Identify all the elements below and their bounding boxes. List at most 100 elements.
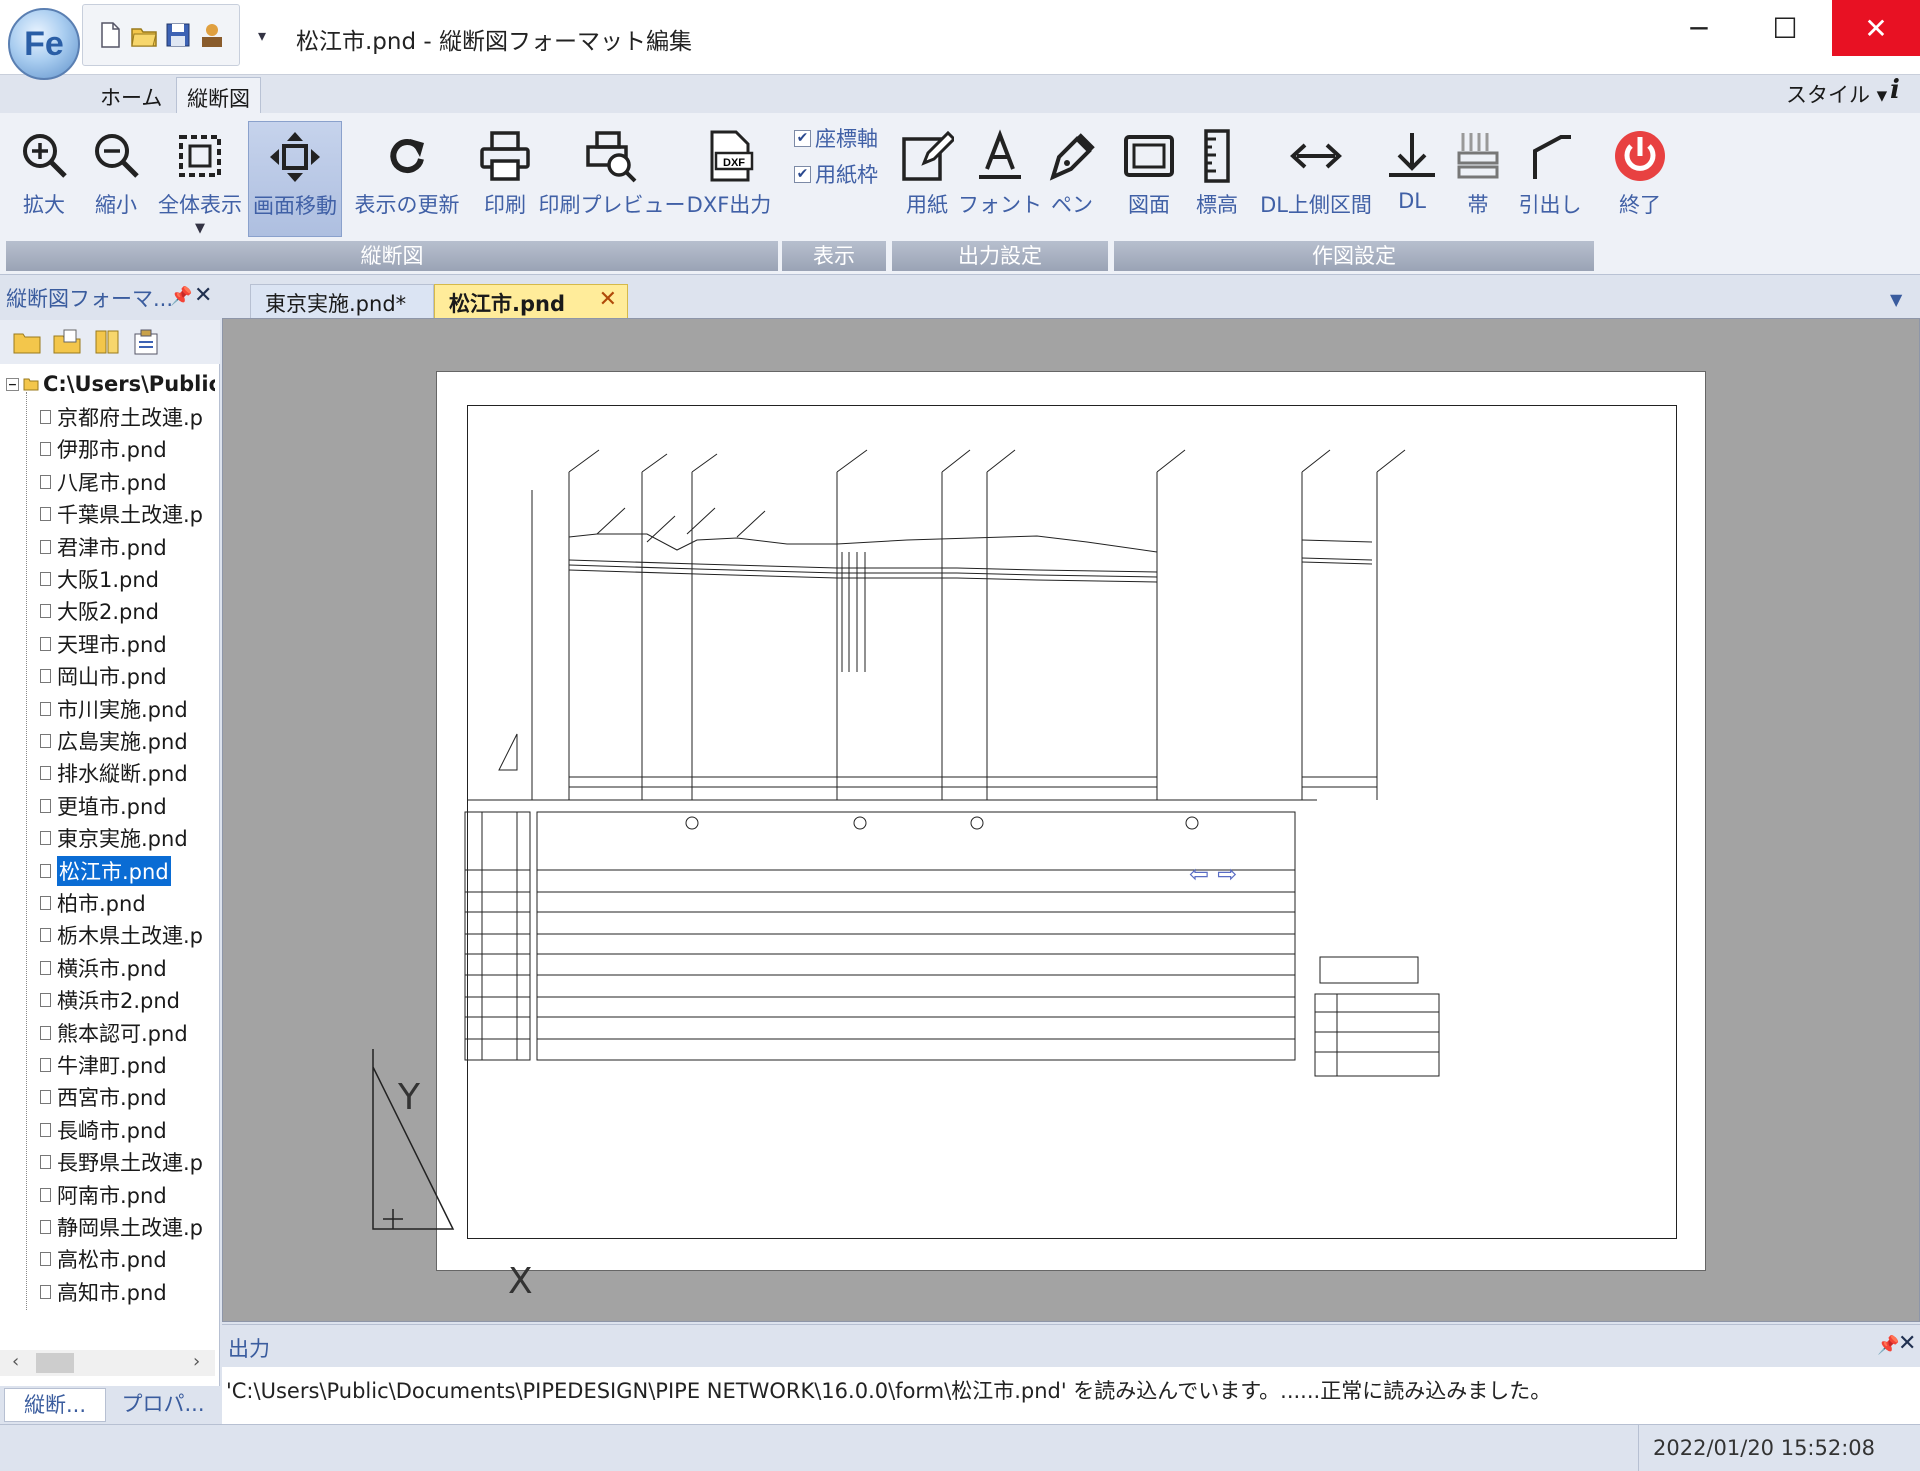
- font-button[interactable]: フォント: [958, 121, 1042, 237]
- maximize-button[interactable]: ☐: [1742, 0, 1828, 56]
- tree-file-item[interactable]: 天理市.pnd: [40, 629, 167, 659]
- dxf-export-button[interactable]: DXF DXF出力: [686, 121, 772, 237]
- band-button[interactable]: 帯: [1448, 121, 1508, 237]
- elevation-button[interactable]: 標高: [1186, 121, 1248, 237]
- info-icon[interactable]: i: [1890, 75, 1900, 105]
- zoom-out-button[interactable]: 縮小: [82, 121, 150, 237]
- output-panel: 出力 📌 ✕ 'C:\Users\Public\Documents\PIPEDE…: [222, 1324, 1920, 1424]
- print-button[interactable]: 印刷: [472, 121, 538, 237]
- tree-root-folder[interactable]: − C:\Users\Public\: [6, 372, 215, 396]
- horizontal-scrollbar[interactable]: ‹ ›: [0, 1350, 215, 1376]
- collapse-icon[interactable]: −: [6, 377, 19, 391]
- font-icon: [979, 129, 1021, 179]
- tree-file-item[interactable]: 高松市.pnd: [40, 1244, 167, 1274]
- doc-list-dropdown-icon[interactable]: ▼: [1890, 290, 1902, 309]
- tab-profile-panel[interactable]: 縦断...: [4, 1388, 106, 1422]
- tab-properties-panel[interactable]: プロパ...: [110, 1388, 216, 1422]
- pin-icon[interactable]: 📌: [170, 286, 192, 307]
- save-icon[interactable]: [163, 20, 193, 50]
- fit-all-dropdown-icon[interactable]: ▼: [195, 221, 205, 236]
- tree-file-item[interactable]: 西宮市.pnd: [40, 1082, 167, 1112]
- tree-file-item[interactable]: 広島実施.pnd: [40, 726, 188, 756]
- group-drawing-settings: 図面 標高 DL上側区間 DL 帯 引出し 作図設定: [1114, 117, 1594, 271]
- refresh-button[interactable]: 表示の更新: [350, 121, 464, 237]
- pen-button[interactable]: ペン: [1040, 121, 1104, 237]
- band-label: 帯: [1467, 193, 1489, 217]
- tree-file-label: 西宮市.pnd: [57, 1086, 167, 1111]
- fit-all-icon: [179, 135, 221, 177]
- settings-user-icon[interactable]: [197, 20, 227, 50]
- properties-icon[interactable]: [132, 328, 162, 356]
- tree-file-item[interactable]: 長崎市.pnd: [40, 1115, 167, 1145]
- tree-file-item[interactable]: 大阪2.pnd: [40, 596, 159, 626]
- minimize-button[interactable]: ─: [1656, 0, 1742, 56]
- exit-button[interactable]: 終了: [1600, 121, 1680, 237]
- document-icon: [40, 1122, 51, 1137]
- close-button[interactable]: ✕: [1832, 0, 1920, 56]
- document-icon: [40, 1220, 51, 1234]
- tree-file-item[interactable]: 伊那市.pnd: [40, 434, 167, 464]
- scroll-thumb[interactable]: [36, 1353, 74, 1373]
- tree-file-item[interactable]: 大阪1.pnd: [40, 564, 159, 594]
- tree-file-item[interactable]: 排水縦断.pnd: [40, 758, 188, 788]
- panel-close-icon[interactable]: ✕: [194, 283, 212, 308]
- open-folder-icon[interactable]: [129, 20, 159, 50]
- dl-upper-section-button[interactable]: DL上側区間: [1254, 121, 1378, 237]
- output-pin-icon[interactable]: 📌: [1877, 1335, 1899, 1356]
- scroll-left-icon[interactable]: ‹: [12, 1351, 19, 1372]
- coord-axis-checkbox[interactable]: ✔ 座標軸: [794, 123, 878, 153]
- new-file-icon[interactable]: [95, 20, 125, 50]
- tree-file-item[interactable]: 岡山市.pnd: [40, 661, 167, 691]
- tree-file-item[interactable]: 阿南市.pnd: [40, 1180, 167, 1210]
- doc-tab-tokyo[interactable]: 東京実施.pnd*: [250, 284, 434, 318]
- group-display-label: 表示: [782, 241, 886, 271]
- app-menu-button[interactable]: Fe: [8, 8, 80, 80]
- zoom-in-button[interactable]: 拡大: [10, 121, 78, 237]
- pan-label: 画面移動: [253, 194, 337, 218]
- tree-file-item[interactable]: 八尾市.pnd: [40, 467, 167, 497]
- pan-button[interactable]: 画面移動: [248, 121, 342, 237]
- copy-folder-icon[interactable]: [52, 328, 82, 356]
- tree-file-item[interactable]: 千葉県土改連.p: [40, 499, 203, 529]
- drawing-canvas[interactable]: ⇦ ⇨ Y X: [222, 318, 1920, 1322]
- print-preview-button[interactable]: 印刷プレビュー: [539, 121, 686, 237]
- folder-tree-icon[interactable]: [92, 328, 122, 356]
- fit-all-button[interactable]: 全体表示 ▼: [154, 121, 246, 237]
- doc-tab-matsue[interactable]: 松江市.pnd ✕: [434, 284, 628, 318]
- document-icon: [40, 474, 51, 489]
- arrow-right-icon[interactable]: ⇨: [1217, 860, 1237, 888]
- tree-file-item[interactable]: 牛津町.pnd: [40, 1050, 167, 1080]
- paper-button[interactable]: 用紙: [896, 121, 958, 237]
- tree-file-item[interactable]: 静岡県土改連.p: [40, 1212, 203, 1242]
- drawing-button[interactable]: 図面: [1118, 121, 1180, 237]
- tree-file-item[interactable]: 東京実施.pnd: [40, 823, 188, 853]
- tab-profile[interactable]: 縦断図: [176, 77, 261, 113]
- tree-file-item[interactable]: 君津市.pnd: [40, 532, 167, 562]
- tree-file-item[interactable]: 柏市.pnd: [40, 888, 146, 918]
- qat-customize-icon[interactable]: ▾: [258, 26, 266, 45]
- tree-file-item[interactable]: 市川実施.pnd: [40, 694, 188, 724]
- tree-file-item[interactable]: 松江市.pnd: [40, 854, 172, 887]
- tab-home[interactable]: ホーム: [90, 77, 172, 113]
- page-nav-arrows[interactable]: ⇦ ⇨: [1189, 860, 1237, 888]
- arrow-left-icon[interactable]: ⇦: [1189, 860, 1209, 888]
- tree-file-item[interactable]: 高知市.pnd: [40, 1277, 167, 1307]
- output-close-icon[interactable]: ✕: [1898, 1331, 1916, 1356]
- leader-button[interactable]: 引出し: [1512, 121, 1588, 237]
- tree-file-item[interactable]: 横浜市2.pnd: [40, 985, 180, 1015]
- open-folder-icon[interactable]: [12, 328, 42, 356]
- tree-file-item[interactable]: 横浜市.pnd: [40, 953, 167, 983]
- tree-file-item[interactable]: 長野県土改連.p: [40, 1147, 203, 1177]
- style-menu[interactable]: スタイル ▾: [1786, 79, 1887, 109]
- tree-file-label: 千葉県土改連.p: [57, 503, 204, 528]
- tree-file-item[interactable]: 京都府土改連.p: [40, 402, 203, 432]
- pen-label: ペン: [1051, 193, 1093, 217]
- paper-frame-checkbox[interactable]: ✔ 用紙枠: [794, 159, 878, 189]
- dl-button[interactable]: DL: [1380, 121, 1444, 237]
- tree-file-item[interactable]: 更埴市.pnd: [40, 791, 167, 821]
- doc-tab-close-icon[interactable]: ✕: [599, 287, 617, 312]
- scroll-right-icon[interactable]: ›: [193, 1351, 200, 1372]
- printer-icon: [480, 131, 530, 181]
- tree-file-item[interactable]: 熊本認可.pnd: [40, 1018, 188, 1048]
- tree-file-item[interactable]: 栃木県土改連.p: [40, 920, 203, 950]
